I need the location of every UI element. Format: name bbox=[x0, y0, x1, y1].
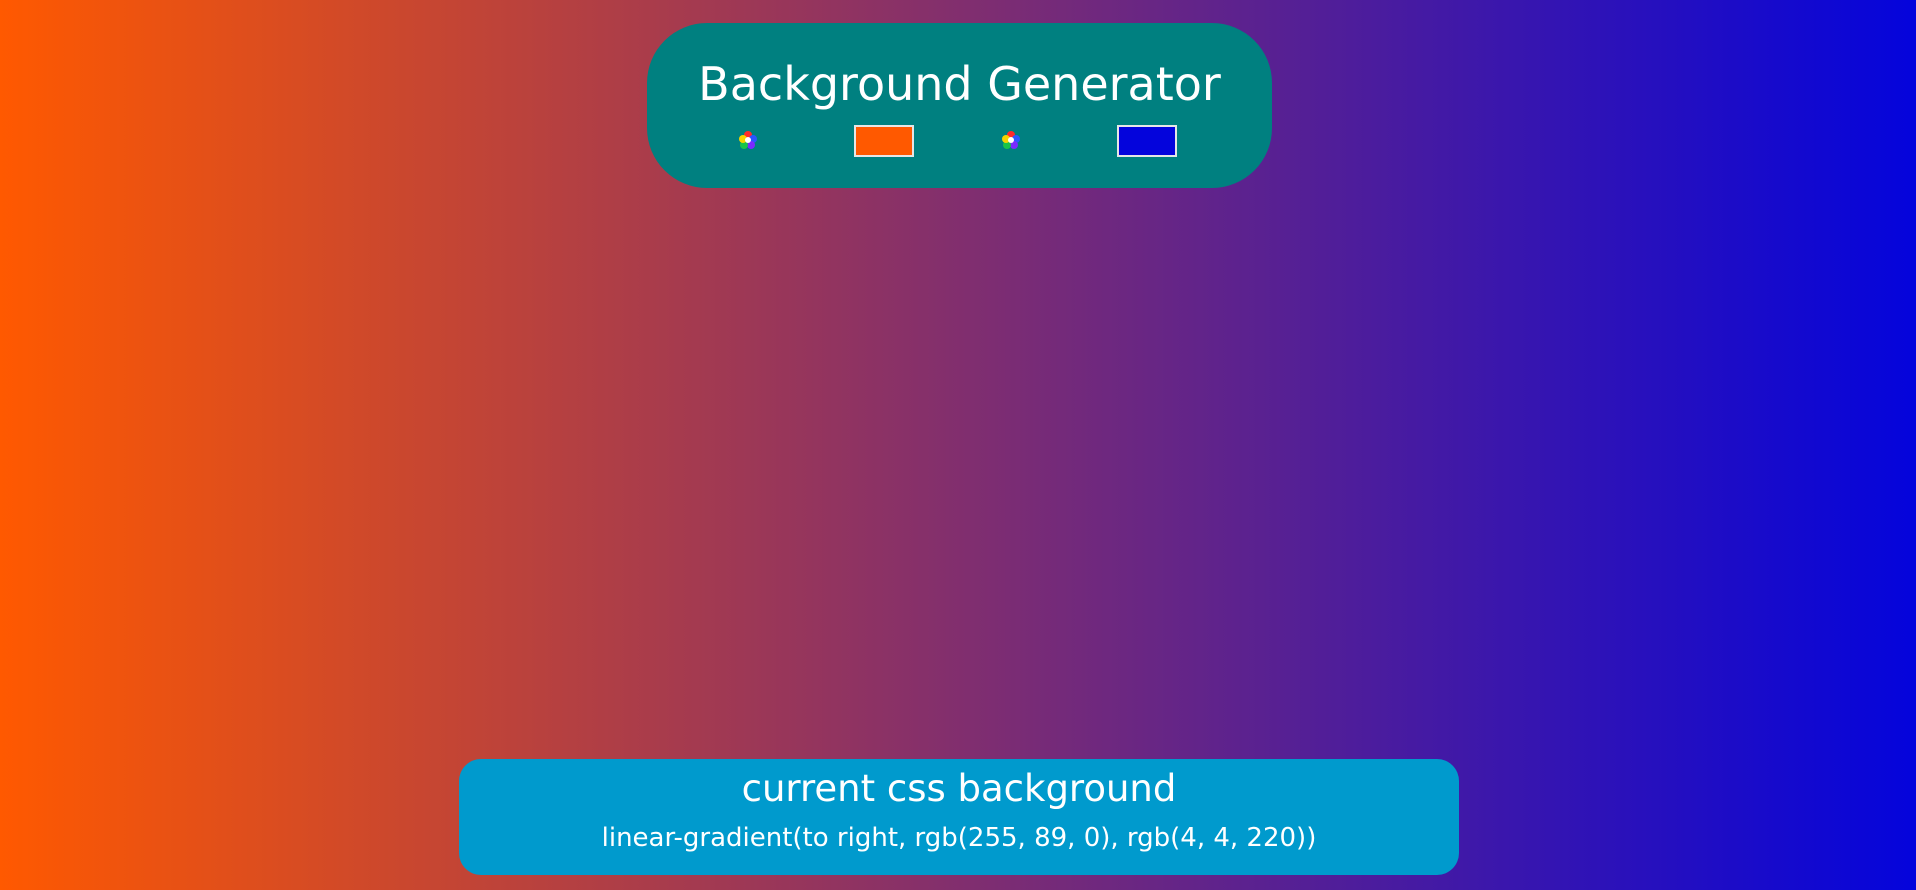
color-input-1[interactable] bbox=[854, 125, 914, 157]
page-title: Background Generator bbox=[698, 57, 1221, 111]
color-input-2[interactable] bbox=[1117, 125, 1177, 157]
css-output-card: current css background linear-gradient(t… bbox=[459, 759, 1459, 875]
color-wheel-icon[interactable] bbox=[1001, 130, 1021, 150]
css-output-value: linear-gradient(to right, rgb(255, 89, 0… bbox=[601, 823, 1317, 853]
header-card: Background Generator bbox=[647, 23, 1272, 188]
css-output-heading: current css background bbox=[741, 767, 1177, 810]
color-wheel-icon[interactable] bbox=[738, 130, 758, 150]
